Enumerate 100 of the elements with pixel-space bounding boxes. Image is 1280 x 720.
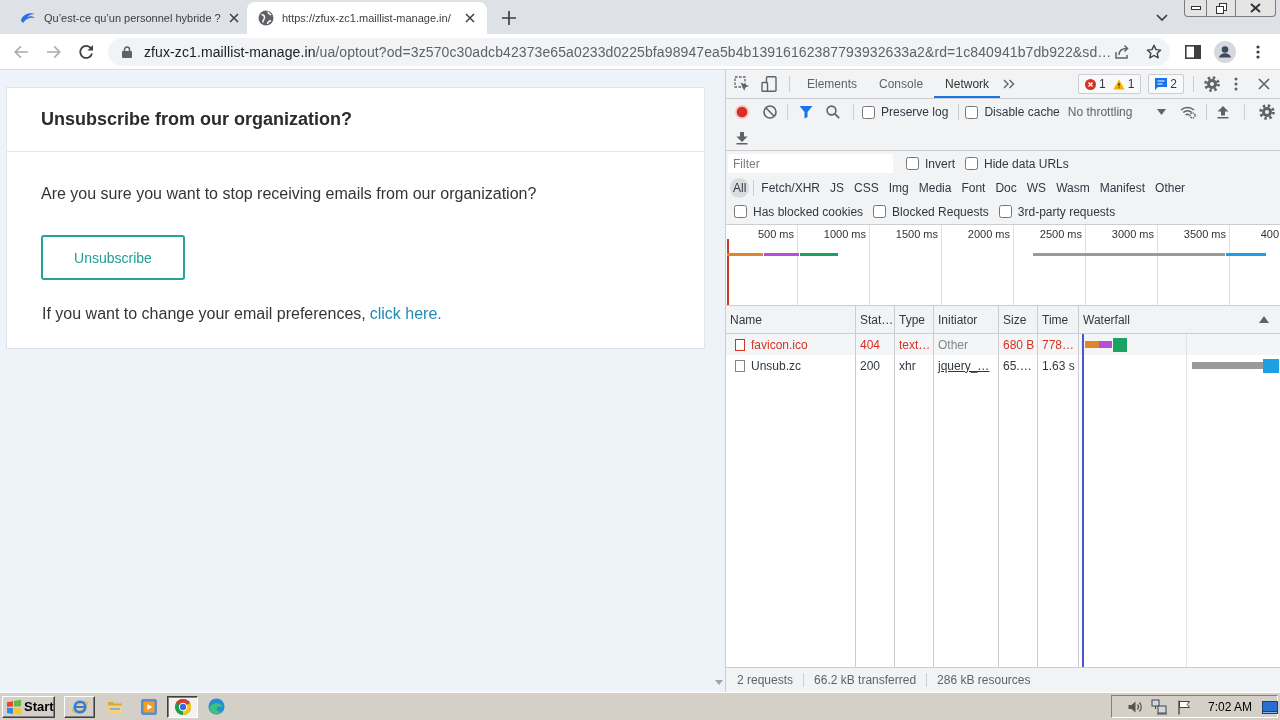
type-filter-button[interactable]: Doc — [990, 177, 1022, 198]
close-icon[interactable] — [1258, 78, 1270, 90]
option-checkbox[interactable]: Preserve log — [862, 105, 949, 119]
share-icon[interactable] — [1114, 43, 1130, 60]
restore-icon — [1215, 2, 1227, 14]
record-icon[interactable] — [735, 105, 749, 119]
more-tabs-icon[interactable] — [1003, 79, 1016, 89]
type-filter-button[interactable]: Other — [1150, 177, 1191, 198]
flag-icon[interactable] — [1176, 698, 1192, 715]
request-name[interactable]: favicon.ico — [751, 337, 808, 352]
address-bar[interactable]: zfux-zc1.maillist-manage.in/ua/optout?od=3z570c30adcb42373e65a0233d0225bfa98947ea5b4b13916162387793932633a2&rd=1c840941b7db922&sd… — [108, 37, 1170, 66]
devtools-tab[interactable]: Console — [868, 70, 935, 98]
checkbox-icon[interactable] — [906, 157, 919, 170]
throttling-select[interactable]: No throttling — [1067, 105, 1166, 119]
e-logo-icon — [70, 697, 89, 716]
filter-field[interactable]: Filter — [728, 154, 893, 173]
message-icon — [1155, 78, 1168, 90]
clock-text: 7:02 AM — [1208, 699, 1253, 714]
option-checkbox[interactable]: Hide data URLs — [965, 156, 1069, 171]
network-icon[interactable] — [1151, 698, 1167, 715]
settings-icon[interactable] — [1258, 104, 1275, 120]
checkbox-icon[interactable] — [873, 205, 887, 218]
column-header[interactable]: Time — [1038, 306, 1079, 333]
column-header[interactable]: Stat… — [856, 306, 895, 333]
table-cell: 680 B — [1003, 337, 1035, 352]
type-filter-button[interactable]: Fetch/XHR — [756, 177, 826, 198]
time-tick-label: 2500 ms — [1039, 228, 1082, 240]
issues-button[interactable]: 1 1 — [1077, 74, 1142, 94]
type-filter-button[interactable]: JS — [825, 177, 850, 198]
column-header[interactable]: Name — [726, 306, 856, 333]
table-cell: xhr — [899, 358, 916, 373]
devtools-tab[interactable]: Elements — [796, 70, 869, 98]
initiator-link[interactable]: jquery_… — [938, 358, 990, 373]
globe-icon — [258, 10, 274, 26]
type-filter-button[interactable]: CSS — [849, 177, 884, 198]
checkbox-icon[interactable] — [998, 205, 1012, 218]
profile-icon[interactable] — [1214, 40, 1236, 63]
clear-icon[interactable] — [763, 105, 777, 119]
minimize-icon — [1190, 6, 1201, 10]
type-filter-button[interactable]: Manifest — [1094, 177, 1151, 198]
column-header[interactable]: Waterfall — [1079, 306, 1280, 333]
error-icon — [1084, 78, 1096, 90]
type-filter-button[interactable]: WS — [1021, 177, 1052, 198]
option-checkbox[interactable]: Disable cache — [965, 105, 1060, 119]
lock-icon — [122, 45, 132, 58]
checkbox-icon[interactable] — [862, 105, 875, 119]
column-header[interactable]: Size — [999, 306, 1038, 333]
side-panel-icon[interactable] — [1185, 44, 1201, 59]
preferences-link[interactable]: click here. — [369, 305, 442, 322]
checkbox-icon[interactable] — [965, 105, 979, 119]
table-cell: Other — [938, 337, 968, 352]
type-filter-button[interactable]: Media — [913, 177, 957, 198]
close-icon — [1250, 3, 1261, 13]
settings-icon[interactable] — [1204, 76, 1220, 92]
request-name[interactable]: Unsub.zc — [751, 358, 802, 373]
option-checkbox[interactable]: Invert — [906, 156, 955, 171]
sort-icon — [1259, 316, 1269, 323]
type-filter-button[interactable]: Img — [883, 177, 914, 198]
windows-flag-icon — [6, 698, 22, 715]
type-filter-button[interactable]: Font — [956, 177, 991, 198]
swirl-logo-icon — [20, 12, 36, 24]
upload-icon[interactable] — [1215, 105, 1230, 119]
column-header[interactable]: Initiator — [934, 306, 999, 333]
browser-tab[interactable]: Qu’est-ce qu’un personnel hybride ? — [8, 2, 245, 34]
status-text: 2 requests — [736, 673, 795, 687]
option-checkbox[interactable]: Blocked Requests — [873, 204, 989, 219]
star-icon[interactable] — [1146, 43, 1162, 60]
inspect-icon[interactable] — [734, 76, 750, 92]
checkbox-icon[interactable] — [965, 157, 978, 170]
taskbar-button[interactable] — [167, 695, 198, 718]
download-icon[interactable] — [735, 130, 749, 145]
new-tab-icon[interactable] — [502, 11, 516, 25]
type-filter-button[interactable]: Wasm — [1051, 177, 1095, 198]
option-checkbox[interactable]: Has blocked cookies — [734, 204, 864, 219]
device-icon[interactable] — [761, 76, 777, 92]
filter-icon[interactable] — [799, 105, 813, 119]
segmented-circle-icon — [173, 697, 192, 716]
type-filter-button[interactable]: All — [730, 177, 750, 198]
file-icon — [735, 338, 745, 351]
request-row[interactable]: favicon.ico 404 text… Other 680 B 778… — [726, 334, 1280, 355]
browser-tab[interactable]: https://zfux-zc1.maillist-manage.in/ — [247, 2, 487, 34]
search-icon[interactable] — [826, 105, 840, 119]
time-tick-label: 3000 ms — [1111, 228, 1154, 240]
chevron-down-icon[interactable] — [1156, 14, 1168, 22]
messages-button[interactable]: 2 — [1148, 74, 1184, 94]
network-conditions-icon[interactable] — [1179, 105, 1196, 119]
menu-icon[interactable] — [1256, 44, 1260, 59]
more-options-icon[interactable] — [1234, 77, 1238, 91]
close-tab-icon[interactable] — [465, 13, 475, 23]
desktop-icon[interactable] — [1262, 698, 1279, 715]
option-checkbox[interactable]: 3rd-party requests — [998, 204, 1116, 219]
checkbox-icon[interactable] — [734, 205, 747, 218]
column-header[interactable]: Type — [895, 306, 934, 333]
media-player-icon[interactable] — [141, 698, 157, 715]
table-cell: 778… — [1042, 337, 1075, 352]
start-button[interactable]: Start — [2, 695, 55, 718]
load-marker-line — [727, 239, 729, 305]
time-tick-label: 2000 ms — [967, 228, 1010, 240]
reload-icon[interactable] — [78, 43, 94, 60]
close-tab-icon[interactable] — [228, 13, 239, 23]
